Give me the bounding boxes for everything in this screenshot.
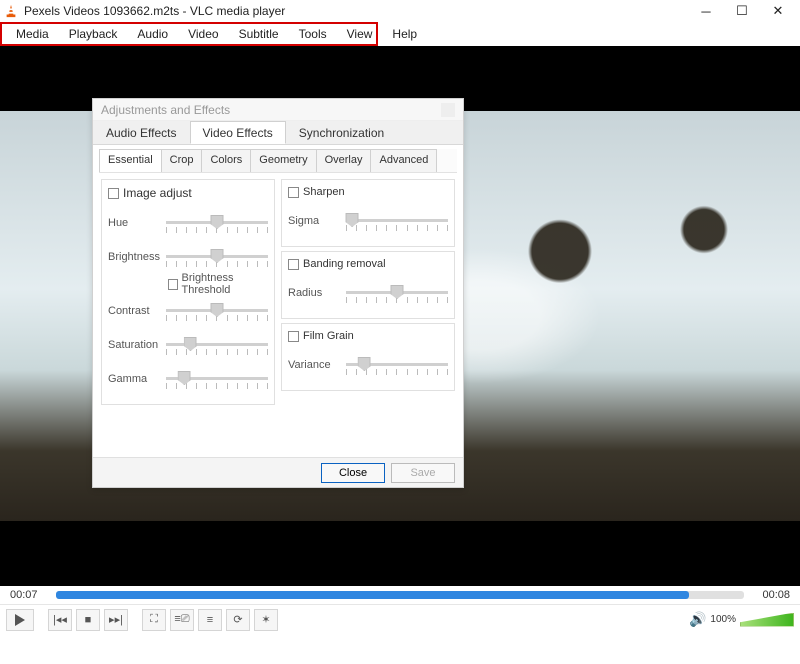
- banding-removal-group: Banding removal Radius: [281, 251, 455, 319]
- seek-bar[interactable]: [56, 591, 744, 599]
- dialog-tabs-sub: Essential Crop Colors Geometry Overlay A…: [99, 149, 457, 173]
- tab-synchronization[interactable]: Synchronization: [286, 121, 397, 144]
- fullscreen-button[interactable]: ⛶: [142, 609, 166, 631]
- loop-button[interactable]: ⟳: [226, 609, 250, 631]
- vlc-cone-icon: [4, 4, 18, 18]
- volume-percent: 100%: [710, 614, 736, 625]
- slider-brightness-row: Brightness: [108, 240, 268, 274]
- right-column: Sharpen Sigma Banding removal Radius Fil…: [281, 179, 455, 405]
- controls-bar: |◂◂ ■ ▸▸| ⛶ ≡⎚ ≡ ⟳ ✶ 🔊 100%: [0, 604, 800, 634]
- slider-gamma-slider[interactable]: [166, 367, 268, 391]
- menu-playback[interactable]: Playback: [59, 25, 128, 43]
- menu-media[interactable]: Media: [6, 25, 59, 43]
- slider-contrast-slider[interactable]: [166, 299, 268, 323]
- film-grain-checkbox[interactable]: Film Grain: [288, 330, 448, 342]
- slider-variance-row: Variance: [288, 348, 448, 382]
- maximize-button[interactable]: ☐: [724, 0, 760, 22]
- adjustments-effects-dialog: Adjustments and Effects Audio Effects Vi…: [92, 98, 464, 488]
- stop-button[interactable]: ■: [76, 609, 100, 631]
- tab-video-effects[interactable]: Video Effects: [190, 121, 286, 144]
- slider-contrast-row: Contrast: [108, 294, 268, 328]
- tab-audio-effects[interactable]: Audio Effects: [93, 121, 190, 144]
- menubar: Media Playback Audio Video Subtitle Tool…: [2, 24, 376, 44]
- subtab-overlay[interactable]: Overlay: [316, 149, 372, 172]
- subtab-advanced[interactable]: Advanced: [370, 149, 437, 172]
- subtab-geometry[interactable]: Geometry: [250, 149, 316, 172]
- dialog-body: Image adjust Hue Brightness Brightness T…: [93, 173, 463, 411]
- titlebar: Pexels Videos 1093662.m2ts - VLC media p…: [0, 0, 800, 22]
- playlist-button[interactable]: ≡: [198, 609, 222, 631]
- dialog-title: Adjustments and Effects: [101, 103, 230, 117]
- play-button[interactable]: [6, 609, 34, 631]
- sharpen-group: Sharpen Sigma: [281, 179, 455, 247]
- subtab-crop[interactable]: Crop: [161, 149, 203, 172]
- left-column: Image adjust Hue Brightness Brightness T…: [101, 179, 275, 405]
- slider-radius-slider[interactable]: [346, 281, 448, 305]
- slider-sigma-slider[interactable]: [346, 209, 448, 233]
- slider-saturation-label: Saturation: [108, 339, 160, 351]
- banding-removal-checkbox[interactable]: Banding removal: [288, 258, 448, 270]
- menubar-highlight: Media Playback Audio Video Subtitle Tool…: [0, 22, 378, 46]
- image-adjust-checkbox[interactable]: Image adjust: [108, 186, 268, 200]
- slider-gamma-row: Gamma: [108, 362, 268, 396]
- slider-radius-row: Radius: [288, 276, 448, 310]
- slider-brightness-slider[interactable]: [166, 245, 268, 269]
- minimize-button[interactable]: ─: [688, 0, 724, 22]
- slider-hue-label: Hue: [108, 217, 160, 229]
- slider-sigma-row: Sigma: [288, 204, 448, 238]
- save-dialog-button[interactable]: Save: [391, 463, 455, 483]
- subtab-colors[interactable]: Colors: [201, 149, 251, 172]
- slider-contrast-label: Contrast: [108, 305, 160, 317]
- slider-variance-slider[interactable]: [346, 353, 448, 377]
- subtab-essential[interactable]: Essential: [99, 149, 162, 172]
- time-elapsed: 00:07: [10, 589, 48, 601]
- image-adjust-group: Image adjust Hue Brightness Brightness T…: [101, 179, 275, 405]
- dialog-tabs-main: Audio Effects Video Effects Synchronizat…: [93, 121, 463, 145]
- sharpen-checkbox[interactable]: Sharpen: [288, 186, 448, 198]
- menu-subtitle[interactable]: Subtitle: [229, 25, 289, 43]
- slider-saturation-slider[interactable]: [166, 333, 268, 357]
- slider-gamma-label: Gamma: [108, 373, 160, 385]
- window-title: Pexels Videos 1093662.m2ts - VLC media p…: [24, 4, 688, 18]
- slider-variance-label: Variance: [288, 359, 340, 371]
- shuffle-button[interactable]: ✶: [254, 609, 278, 631]
- play-icon: [15, 614, 25, 626]
- slider-radius-label: Radius: [288, 287, 340, 299]
- dialog-titlebar[interactable]: Adjustments and Effects: [93, 99, 463, 121]
- slider-saturation-row: Saturation: [108, 328, 268, 362]
- close-dialog-button[interactable]: Close: [321, 463, 385, 483]
- dialog-close-icon[interactable]: [441, 103, 455, 117]
- next-button[interactable]: ▸▸|: [104, 609, 128, 631]
- menu-help[interactable]: Help: [382, 25, 427, 43]
- speaker-icon[interactable]: 🔊: [689, 611, 706, 628]
- slider-hue-row: Hue: [108, 206, 268, 240]
- menu-tools[interactable]: Tools: [289, 25, 337, 43]
- slider-hue-slider[interactable]: [166, 211, 268, 235]
- ext-settings-button[interactable]: ≡⎚: [170, 609, 194, 631]
- slider-sigma-label: Sigma: [288, 215, 340, 227]
- time-total: 00:08: [752, 589, 790, 601]
- volume-control: 🔊 100%: [689, 611, 794, 628]
- menu-view[interactable]: View: [337, 25, 383, 43]
- menu-video[interactable]: Video: [178, 25, 228, 43]
- prev-button[interactable]: |◂◂: [48, 609, 72, 631]
- film-grain-group: Film Grain Variance: [281, 323, 455, 391]
- slider-brightness-label: Brightness: [108, 251, 160, 263]
- dialog-footer: Close Save: [93, 457, 463, 487]
- menu-audio[interactable]: Audio: [127, 25, 178, 43]
- volume-slider[interactable]: [740, 613, 794, 627]
- video-area[interactable]: Adjustments and Effects Audio Effects Vi…: [0, 46, 800, 586]
- close-button[interactable]: ✕: [760, 0, 796, 22]
- seek-row: 00:07 00:08: [0, 586, 800, 604]
- brightness-threshold-checkbox[interactable]: Brightness Threshold: [108, 274, 268, 294]
